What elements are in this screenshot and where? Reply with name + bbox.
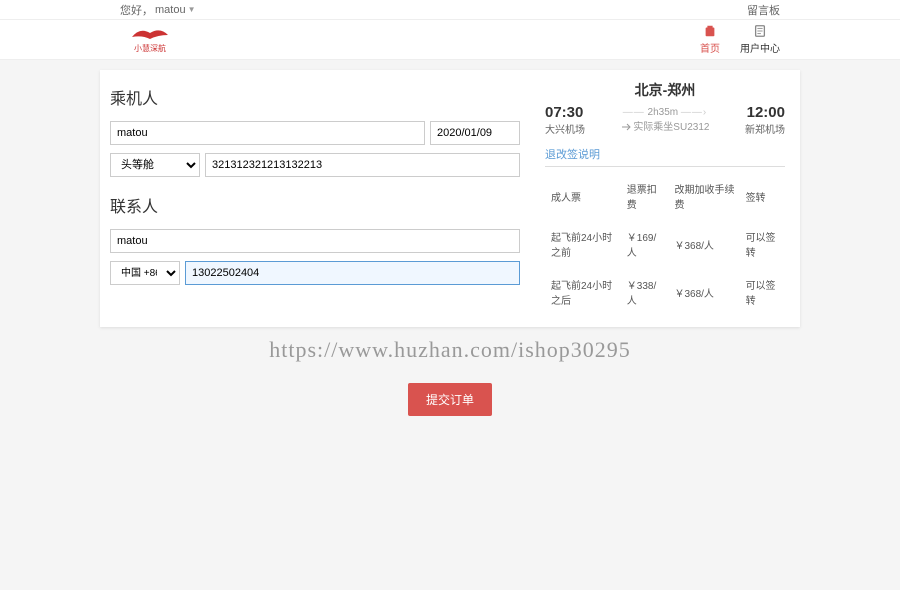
dep-airport: 大兴机场 xyxy=(545,121,585,136)
policy-table: 成人票 退票扣费 改期加收手续费 签转 起飞前24小时之前 ￥169/人 ￥36… xyxy=(545,171,785,317)
dash-left: —— xyxy=(623,107,645,118)
table-header-row: 成人票 退票扣费 改期加收手续费 签转 xyxy=(547,173,783,219)
arr-time: 12:00 xyxy=(745,104,785,121)
country-select[interactable]: 中国 +86 xyxy=(110,261,180,285)
watermark-text: https://www.huzhan.com/ishop30295 xyxy=(100,337,800,363)
arr-airport: 新郑机场 xyxy=(745,121,785,136)
submit-button[interactable]: 提交订单 xyxy=(408,383,492,416)
content: 乘机人 头等舱 联系人 中国 +86 xyxy=(0,60,900,426)
header-refund: 退票扣费 xyxy=(623,173,669,219)
cell-cond: 起飞前24小时之前 xyxy=(547,221,621,267)
main-box: 乘机人 头等舱 联系人 中国 +86 xyxy=(100,70,800,327)
passenger-heading: 乘机人 xyxy=(110,85,520,109)
header-change: 改期加收手续费 xyxy=(670,173,739,219)
policy-link[interactable]: 退改签说明 xyxy=(545,146,785,167)
dep-time: 07:30 xyxy=(545,104,585,121)
table-row: 起飞前24小时之后 ￥338/人 ￥368/人 可以签转 xyxy=(547,269,783,315)
duration-text: 2h35m xyxy=(648,107,679,118)
nav-user-center-label: 用户中心 xyxy=(740,40,780,55)
plane-icon xyxy=(621,122,631,132)
chevron-down-icon[interactable]: ▼ xyxy=(188,5,196,14)
header-transfer: 签转 xyxy=(742,173,783,219)
duration-block: —— 2h35m ——› 实际乘坐SU2312 xyxy=(585,107,745,133)
header-fare: 成人票 xyxy=(547,173,621,219)
id-input[interactable] xyxy=(205,153,520,177)
table-row: 起飞前24小时之前 ￥169/人 ￥368/人 可以签转 xyxy=(547,221,783,267)
flight-times: 07:30 大兴机场 —— 2h35m ——› 实际乘坐SU2312 12:00… xyxy=(545,104,785,136)
cell-refund: ￥338/人 xyxy=(623,269,669,315)
cell-refund: ￥169/人 xyxy=(623,221,669,267)
cell-change: ￥368/人 xyxy=(670,269,739,315)
greeting-label: 您好， xyxy=(120,2,153,18)
message-link[interactable]: 留言板 xyxy=(747,2,780,18)
logo-text: 小慧深航 xyxy=(134,43,166,54)
logo-bird-icon xyxy=(130,25,170,43)
right-panel: 北京-郑州 07:30 大兴机场 —— 2h35m ——› 实际乘坐SU2312… xyxy=(530,70,800,327)
cell-cond: 起飞前24小时之后 xyxy=(547,269,621,315)
nav-home-label: 首页 xyxy=(700,40,720,55)
cell-transfer: 可以签转 xyxy=(742,221,783,267)
user-center-icon xyxy=(753,24,767,38)
passenger-name-input[interactable] xyxy=(110,121,425,145)
flight-route: 北京-郑州 xyxy=(545,80,785,100)
header: 小慧深航 首页 用户中心 xyxy=(0,20,900,60)
logo[interactable]: 小慧深航 xyxy=(120,25,180,55)
topbar: 您好， matou ▼ 留言板 xyxy=(0,0,900,20)
arrival-block: 12:00 新郑机场 xyxy=(745,104,785,136)
cell-change: ￥368/人 xyxy=(670,221,739,267)
left-panel: 乘机人 头等舱 联系人 中国 +86 xyxy=(100,70,530,327)
nav-home[interactable]: 首页 xyxy=(700,24,720,55)
submit-wrapper: 提交订单 xyxy=(100,383,800,416)
nav-right: 首页 用户中心 xyxy=(700,24,780,55)
passenger-date-input[interactable] xyxy=(430,121,520,145)
departure-block: 07:30 大兴机场 xyxy=(545,104,585,136)
home-icon xyxy=(703,24,717,38)
class-select[interactable]: 头等舱 xyxy=(110,153,200,177)
phone-input[interactable] xyxy=(185,261,520,285)
topbar-greeting: 您好， matou ▼ xyxy=(120,2,196,18)
nav-user-center[interactable]: 用户中心 xyxy=(740,24,780,55)
carrier-text: 实际乘坐SU2312 xyxy=(633,122,709,133)
dash-right: ——› xyxy=(681,107,707,118)
contact-name-input[interactable] xyxy=(110,229,520,253)
cell-transfer: 可以签转 xyxy=(742,269,783,315)
username[interactable]: matou xyxy=(155,4,186,16)
contact-heading: 联系人 xyxy=(110,193,520,217)
